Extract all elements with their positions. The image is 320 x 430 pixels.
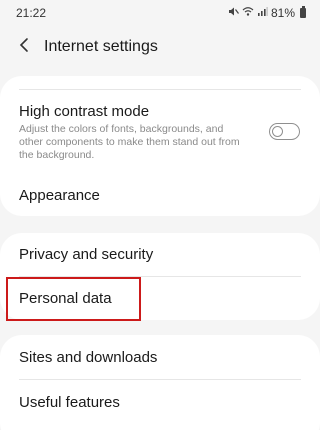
personal-data-row[interactable]: Personal data xyxy=(0,277,320,320)
display-settings-card: High contrast mode Adjust the colors of … xyxy=(0,76,320,216)
sites-downloads-label: Sites and downloads xyxy=(19,348,158,366)
sites-downloads-row[interactable]: Sites and downloads xyxy=(0,335,320,379)
high-contrast-title: High contrast mode xyxy=(19,103,150,120)
back-button[interactable] xyxy=(4,28,44,66)
status-bar: 21:22 81% xyxy=(0,0,320,26)
signal-icon xyxy=(257,6,268,20)
status-time: 21:22 xyxy=(16,6,47,20)
battery-percent: 81% xyxy=(270,6,295,20)
high-contrast-description: Adjust the colors of fonts, backgrounds,… xyxy=(19,123,240,161)
toggle-knob xyxy=(271,125,283,137)
appearance-label: Appearance xyxy=(19,186,100,204)
wifi-icon xyxy=(242,6,254,20)
battery-icon xyxy=(300,6,306,18)
page-title: Internet settings xyxy=(44,38,158,55)
high-contrast-toggle[interactable] xyxy=(269,123,300,140)
chevron-left-icon xyxy=(18,37,30,58)
useful-features-row[interactable]: Useful features xyxy=(0,380,320,424)
status-icons: 81% xyxy=(228,6,306,20)
privacy-card: Privacy and security Personal data xyxy=(0,233,320,320)
privacy-security-row[interactable]: Privacy and security xyxy=(0,233,320,276)
personal-data-label: Personal data xyxy=(19,290,112,307)
app-bar: Internet settings xyxy=(0,28,320,66)
privacy-security-label: Privacy and security xyxy=(19,246,154,263)
appearance-row[interactable]: Appearance xyxy=(0,174,320,216)
mute-icon xyxy=(228,6,239,20)
useful-features-label: Useful features xyxy=(19,393,120,411)
divider xyxy=(19,89,301,90)
more-settings-card: Sites and downloads Useful features xyxy=(0,335,320,430)
